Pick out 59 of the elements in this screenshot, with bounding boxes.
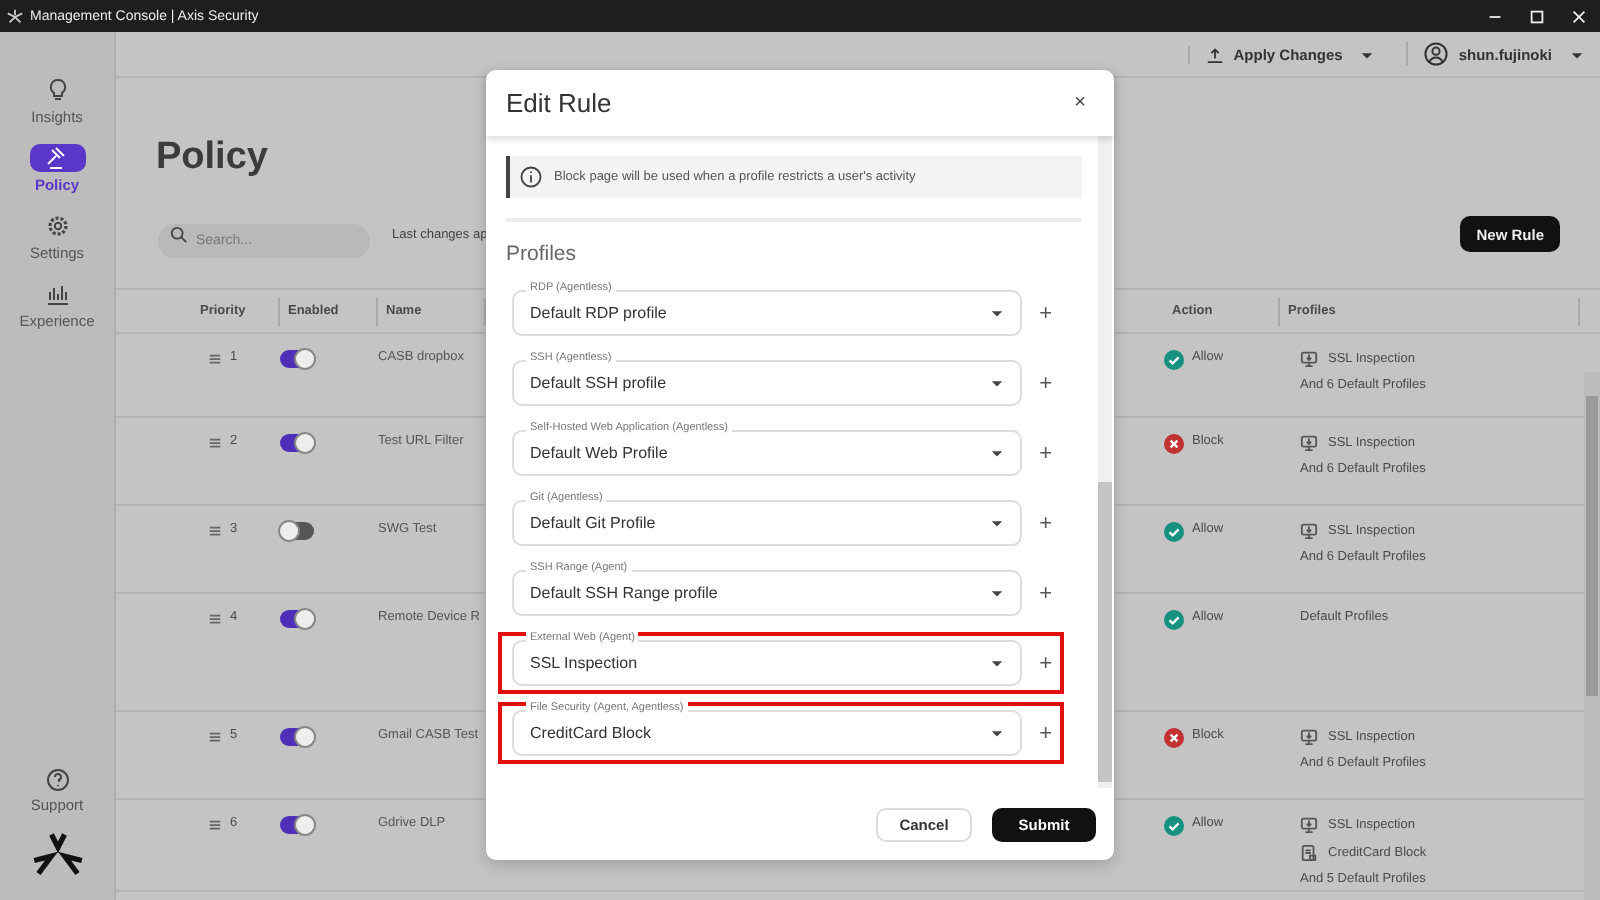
logo-icon bbox=[6, 7, 24, 25]
settings-icon bbox=[45, 214, 69, 238]
toggle-switch[interactable] bbox=[280, 610, 314, 628]
caret-icon bbox=[989, 586, 1004, 600]
drag-handle-icon[interactable] bbox=[208, 730, 222, 744]
add-button[interactable]: + bbox=[1039, 581, 1052, 605]
caret-icon bbox=[989, 726, 1004, 740]
caret-icon bbox=[989, 376, 1004, 390]
add-button[interactable]: + bbox=[1039, 371, 1052, 395]
section-title: Profiles bbox=[506, 218, 1082, 266]
lightbulb-icon bbox=[45, 78, 69, 102]
monitor-icon bbox=[1300, 434, 1318, 452]
scrollbar[interactable] bbox=[1584, 372, 1600, 900]
document-icon bbox=[1300, 844, 1318, 862]
check-icon bbox=[1164, 610, 1184, 630]
check-icon bbox=[1164, 522, 1184, 542]
drag-handle-icon[interactable] bbox=[208, 612, 222, 626]
gavel-icon bbox=[45, 146, 69, 170]
info-icon bbox=[520, 166, 542, 188]
caret-icon bbox=[989, 656, 1004, 670]
monitor-icon bbox=[1300, 522, 1318, 540]
maximize-icon[interactable] bbox=[1528, 7, 1546, 25]
toggle-switch[interactable] bbox=[280, 350, 314, 368]
toggle-switch[interactable] bbox=[280, 434, 314, 452]
dialog-title: Edit Rule bbox=[506, 88, 612, 118]
upload-icon bbox=[1205, 45, 1224, 63]
toggle-switch[interactable] bbox=[280, 522, 314, 540]
search-icon bbox=[170, 225, 188, 243]
add-button[interactable]: + bbox=[1039, 441, 1052, 465]
caret-icon bbox=[989, 446, 1004, 460]
toggle-switch[interactable] bbox=[280, 816, 314, 834]
close-button[interactable]: × bbox=[1066, 92, 1094, 114]
caret-icon bbox=[989, 306, 1004, 320]
drag-handle-icon[interactable] bbox=[208, 524, 222, 538]
monitor-icon bbox=[1300, 728, 1318, 746]
close-icon[interactable] bbox=[1570, 7, 1588, 25]
add-button[interactable]: + bbox=[1039, 651, 1052, 675]
scrollbar[interactable] bbox=[1098, 136, 1112, 788]
check-icon bbox=[1164, 816, 1184, 836]
add-button[interactable]: + bbox=[1039, 301, 1052, 325]
toggle-switch[interactable] bbox=[280, 728, 314, 746]
bar-chart-icon bbox=[45, 282, 69, 306]
page-title: Policy bbox=[156, 136, 268, 180]
drag-handle-icon[interactable] bbox=[208, 352, 222, 366]
add-button[interactable]: + bbox=[1039, 511, 1052, 535]
check-icon bbox=[1164, 350, 1184, 370]
user-icon bbox=[1424, 42, 1449, 66]
caret-icon bbox=[1360, 47, 1375, 61]
monitor-icon bbox=[1300, 350, 1318, 368]
add-button[interactable]: + bbox=[1039, 721, 1052, 745]
drag-handle-icon[interactable] bbox=[208, 818, 222, 832]
caret-icon bbox=[989, 516, 1004, 530]
error-icon bbox=[1164, 728, 1184, 748]
error-icon bbox=[1164, 434, 1184, 454]
logo-icon bbox=[31, 832, 83, 876]
drag-handle-icon[interactable] bbox=[208, 436, 222, 450]
help-icon bbox=[45, 768, 69, 792]
monitor-icon bbox=[1300, 816, 1318, 834]
caret-icon bbox=[1570, 47, 1584, 61]
